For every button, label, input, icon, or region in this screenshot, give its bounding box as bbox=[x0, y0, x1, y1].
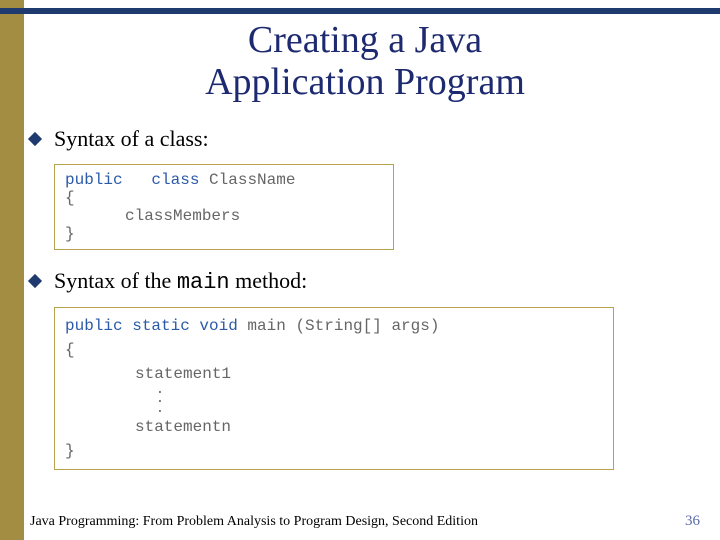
bullet-1: Syntax of a class: bbox=[30, 126, 700, 152]
keyword-class: class bbox=[151, 171, 199, 189]
code-open-brace-2: { bbox=[65, 338, 603, 362]
bullet-2-mono: main bbox=[177, 270, 230, 295]
code-members: classMembers bbox=[65, 207, 383, 225]
code-classname: ClassName bbox=[209, 171, 295, 189]
bullet-1-text: Syntax of a class: bbox=[54, 126, 209, 152]
code-main-signature: main (String[] args) bbox=[238, 317, 440, 335]
top-accent-bar bbox=[0, 8, 720, 14]
code-statement-n: statementn bbox=[65, 415, 603, 439]
page-number: 36 bbox=[685, 513, 700, 530]
code-statement-1: statement1 bbox=[65, 362, 603, 386]
code-close-brace-2: } bbox=[65, 439, 603, 463]
slide-footer: Java Programming: From Problem Analysis … bbox=[30, 513, 700, 530]
code-box-main-syntax: public static void main (String[] args) … bbox=[54, 307, 614, 470]
slide-title: Creating a Java Application Program bbox=[30, 20, 700, 104]
slide-content: Creating a Java Application Program Synt… bbox=[30, 20, 700, 510]
title-line-1: Creating a Java bbox=[248, 19, 482, 61]
keyword-public-static-void: public static void bbox=[65, 317, 238, 335]
bullet-2-suffix: method: bbox=[230, 268, 308, 293]
code-open-brace: { bbox=[65, 189, 383, 207]
code-dot: . bbox=[135, 405, 185, 415]
bullet-2-text: Syntax of the main method: bbox=[54, 268, 307, 295]
left-accent-bar bbox=[0, 0, 24, 540]
keyword-public: public bbox=[65, 171, 123, 189]
diamond-bullet-icon bbox=[28, 132, 42, 146]
bullet-2: Syntax of the main method: bbox=[30, 268, 700, 295]
code-close-brace: } bbox=[65, 225, 383, 243]
diamond-bullet-icon bbox=[28, 274, 42, 288]
footer-text: Java Programming: From Problem Analysis … bbox=[30, 514, 478, 530]
bullet-2-prefix: Syntax of the bbox=[54, 268, 177, 293]
code-box-class-syntax: public class ClassName { classMembers } bbox=[54, 164, 394, 250]
title-line-2: Application Program bbox=[205, 61, 525, 103]
